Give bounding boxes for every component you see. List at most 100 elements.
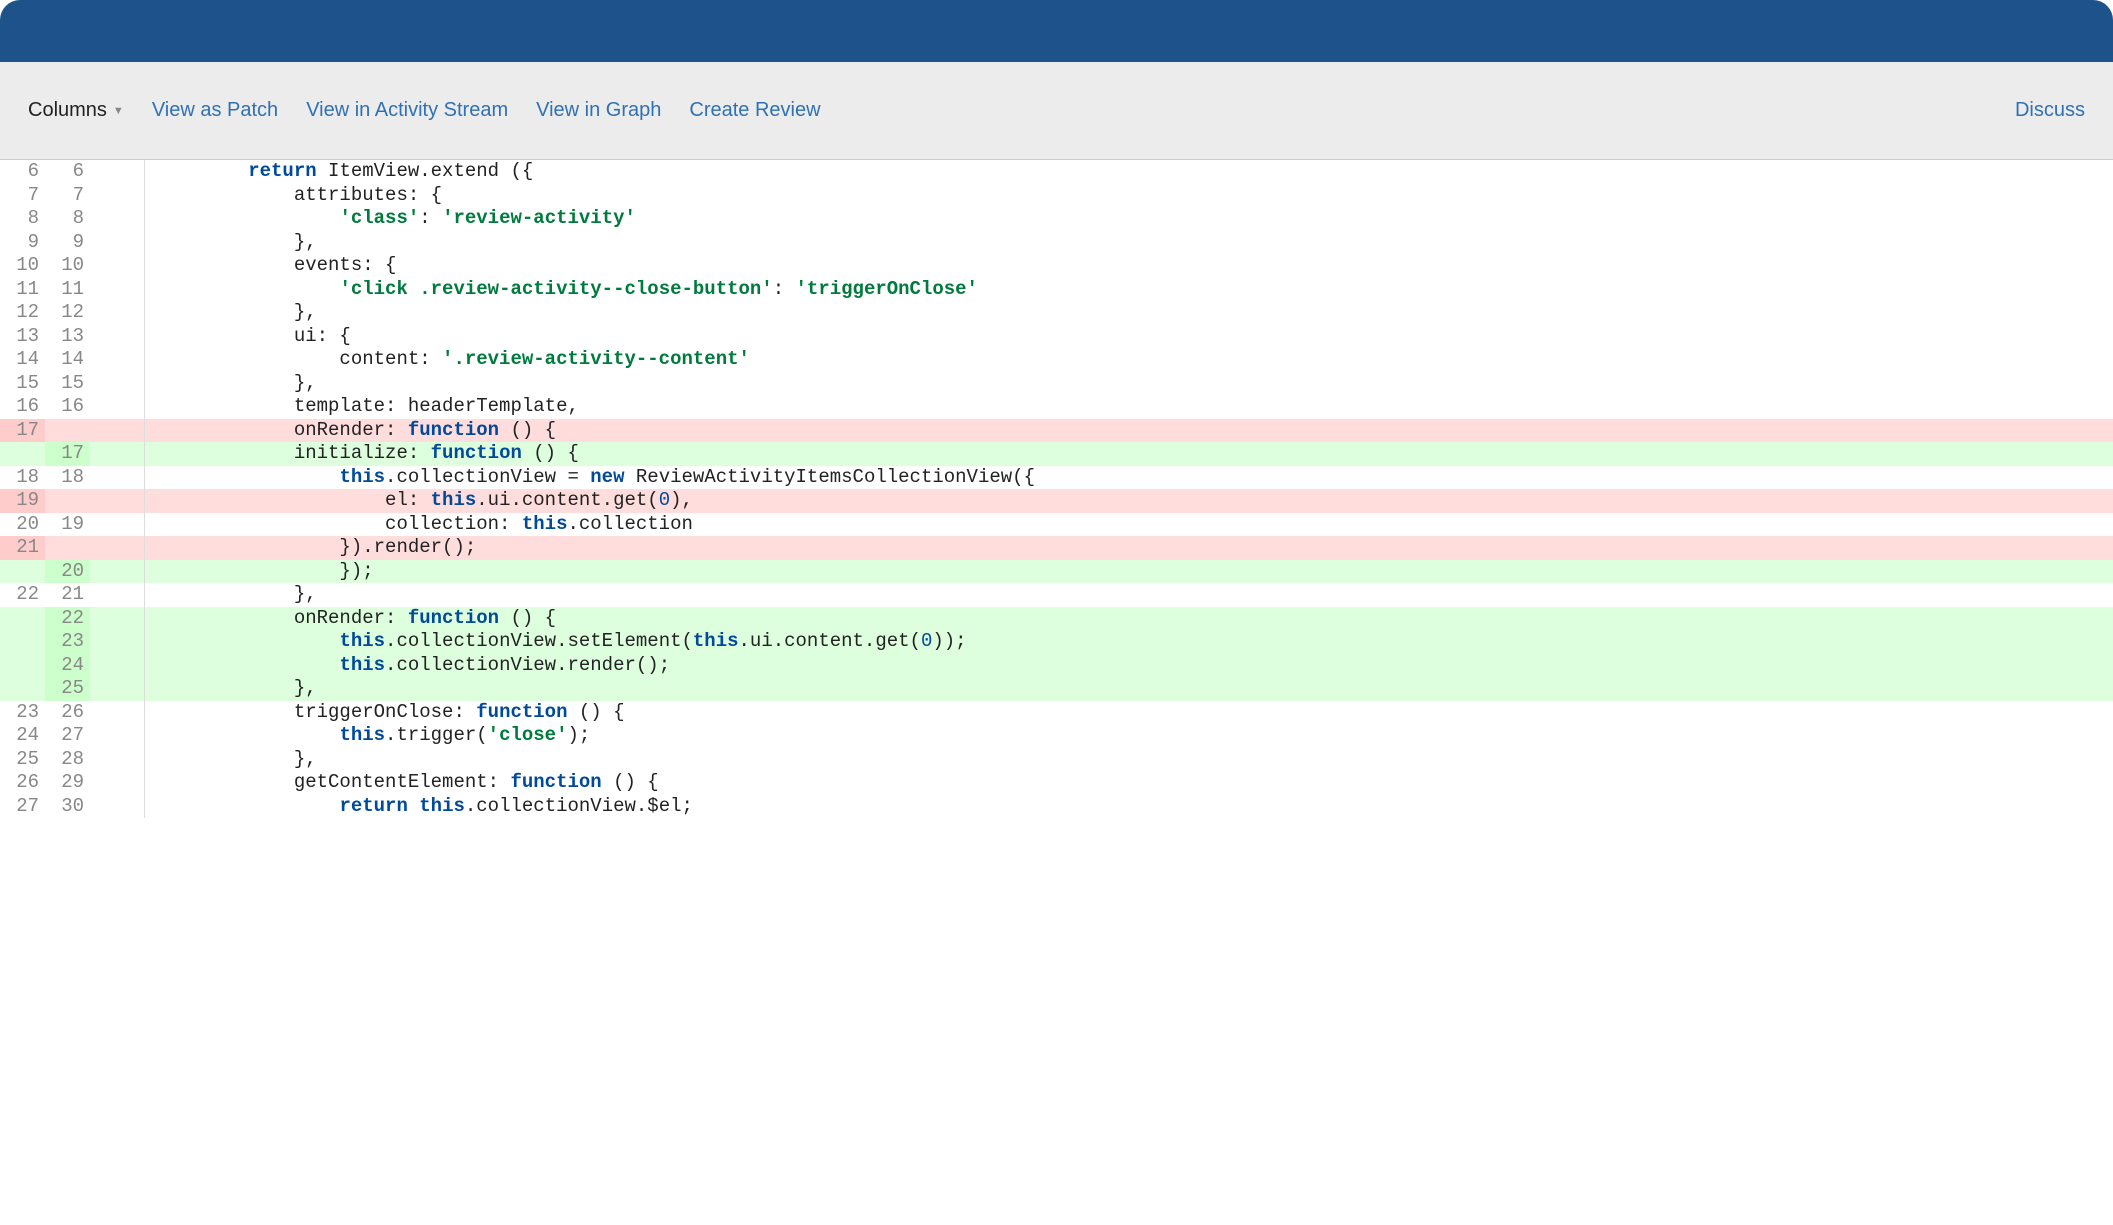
- line-number-old: 12: [0, 301, 45, 325]
- line-number-old: [0, 560, 45, 584]
- line-number-new: [45, 536, 90, 560]
- line-number-new: 14: [45, 348, 90, 372]
- diff-view: 66 return ItemView.extend ({77 attribute…: [0, 160, 2113, 818]
- diff-row[interactable]: 66 return ItemView.extend ({: [0, 160, 2113, 184]
- code-line: this.collectionView = new ReviewActivity…: [145, 466, 2113, 490]
- columns-dropdown[interactable]: Columns ▼: [28, 99, 124, 122]
- columns-label: Columns: [28, 99, 107, 122]
- gutter: [90, 442, 145, 466]
- line-number-new: 29: [45, 771, 90, 795]
- gutter: [90, 630, 145, 654]
- code-line: collection: this.collection: [145, 513, 2113, 537]
- code-line: });: [145, 560, 2113, 584]
- line-number-new: 18: [45, 466, 90, 490]
- discuss-link[interactable]: Discuss: [2015, 99, 2085, 121]
- line-number-old: 7: [0, 184, 45, 208]
- diff-row[interactable]: 1313 ui: {: [0, 325, 2113, 349]
- line-number-old: [0, 654, 45, 678]
- diff-row[interactable]: 1111 'click .review-activity--close-butt…: [0, 278, 2113, 302]
- header-bar: [0, 0, 2113, 62]
- gutter: [90, 654, 145, 678]
- gutter: [90, 301, 145, 325]
- line-number-old: 24: [0, 724, 45, 748]
- code-line: content: '.review-activity--content': [145, 348, 2113, 372]
- code-line: }).render();: [145, 536, 2113, 560]
- view-in-activity-stream-link[interactable]: View in Activity Stream: [306, 99, 508, 122]
- diff-row[interactable]: 1616 template: headerTemplate,: [0, 395, 2113, 419]
- code-line: },: [145, 301, 2113, 325]
- diff-row[interactable]: 17 initialize: function () {: [0, 442, 2113, 466]
- line-number-new: 23: [45, 630, 90, 654]
- toolbar-left: Columns ▼ View as Patch View in Activity…: [28, 99, 821, 122]
- gutter: [90, 513, 145, 537]
- diff-row[interactable]: 88 'class': 'review-activity': [0, 207, 2113, 231]
- line-number-old: 26: [0, 771, 45, 795]
- code-line: ui: {: [145, 325, 2113, 349]
- diff-row[interactable]: 24 this.collectionView.render();: [0, 654, 2113, 678]
- gutter: [90, 348, 145, 372]
- code-line: 'class': 'review-activity': [145, 207, 2113, 231]
- code-line: template: headerTemplate,: [145, 395, 2113, 419]
- diff-row[interactable]: 2528 },: [0, 748, 2113, 772]
- line-number-old: 8: [0, 207, 45, 231]
- line-number-old: 27: [0, 795, 45, 819]
- line-number-old: 9: [0, 231, 45, 255]
- line-number-new: 10: [45, 254, 90, 278]
- diff-row[interactable]: 2326 triggerOnClose: function () {: [0, 701, 2113, 725]
- code-line: onRender: function () {: [145, 419, 2113, 443]
- line-number-new: 16: [45, 395, 90, 419]
- code-line: getContentElement: function () {: [145, 771, 2113, 795]
- diff-row[interactable]: 23 this.collectionView.setElement(this.u…: [0, 630, 2113, 654]
- diff-row[interactable]: 2629 getContentElement: function () {: [0, 771, 2113, 795]
- gutter: [90, 583, 145, 607]
- diff-row[interactable]: 1212 },: [0, 301, 2113, 325]
- diff-row[interactable]: 25 },: [0, 677, 2113, 701]
- line-number-new: [45, 489, 90, 513]
- gutter: [90, 231, 145, 255]
- line-number-new: 11: [45, 278, 90, 302]
- gutter: [90, 184, 145, 208]
- line-number-new: 8: [45, 207, 90, 231]
- diff-row[interactable]: 2221 },: [0, 583, 2113, 607]
- gutter: [90, 795, 145, 819]
- diff-row[interactable]: 22 onRender: function () {: [0, 607, 2113, 631]
- line-number-new: 12: [45, 301, 90, 325]
- gutter: [90, 677, 145, 701]
- caret-down-icon: ▼: [113, 105, 124, 117]
- diff-row[interactable]: 21 }).render();: [0, 536, 2113, 560]
- gutter: [90, 607, 145, 631]
- diff-row[interactable]: 19 el: this.ui.content.get(0),: [0, 489, 2113, 513]
- view-as-patch-link[interactable]: View as Patch: [152, 99, 278, 122]
- line-number-new: 28: [45, 748, 90, 772]
- line-number-new: 17: [45, 442, 90, 466]
- line-number-old: 20: [0, 513, 45, 537]
- code-line: initialize: function () {: [145, 442, 2113, 466]
- gutter: [90, 207, 145, 231]
- gutter: [90, 489, 145, 513]
- diff-row[interactable]: 1010 events: {: [0, 254, 2113, 278]
- diff-row[interactable]: 2019 collection: this.collection: [0, 513, 2113, 537]
- gutter: [90, 701, 145, 725]
- view-in-graph-link[interactable]: View in Graph: [536, 99, 661, 122]
- line-number-old: 19: [0, 489, 45, 513]
- gutter: [90, 466, 145, 490]
- line-number-old: 17: [0, 419, 45, 443]
- diff-row[interactable]: 1818 this.collectionView = new ReviewAct…: [0, 466, 2113, 490]
- line-number-old: [0, 607, 45, 631]
- line-number-old: 13: [0, 325, 45, 349]
- diff-row[interactable]: 77 attributes: {: [0, 184, 2113, 208]
- diff-row[interactable]: 2730 return this.collectionView.$el;: [0, 795, 2113, 819]
- diff-row[interactable]: 1515 },: [0, 372, 2113, 396]
- code-line: },: [145, 231, 2113, 255]
- diff-row[interactable]: 20 });: [0, 560, 2113, 584]
- diff-row[interactable]: 1414 content: '.review-activity--content…: [0, 348, 2113, 372]
- diff-row[interactable]: 2427 this.trigger('close');: [0, 724, 2113, 748]
- code-line: 'click .review-activity--close-button': …: [145, 278, 2113, 302]
- create-review-link[interactable]: Create Review: [689, 99, 820, 122]
- code-line: },: [145, 372, 2113, 396]
- code-line: return this.collectionView.$el;: [145, 795, 2113, 819]
- diff-row[interactable]: 99 },: [0, 231, 2113, 255]
- diff-row[interactable]: 17 onRender: function () {: [0, 419, 2113, 443]
- gutter: [90, 536, 145, 560]
- code-line: attributes: {: [145, 184, 2113, 208]
